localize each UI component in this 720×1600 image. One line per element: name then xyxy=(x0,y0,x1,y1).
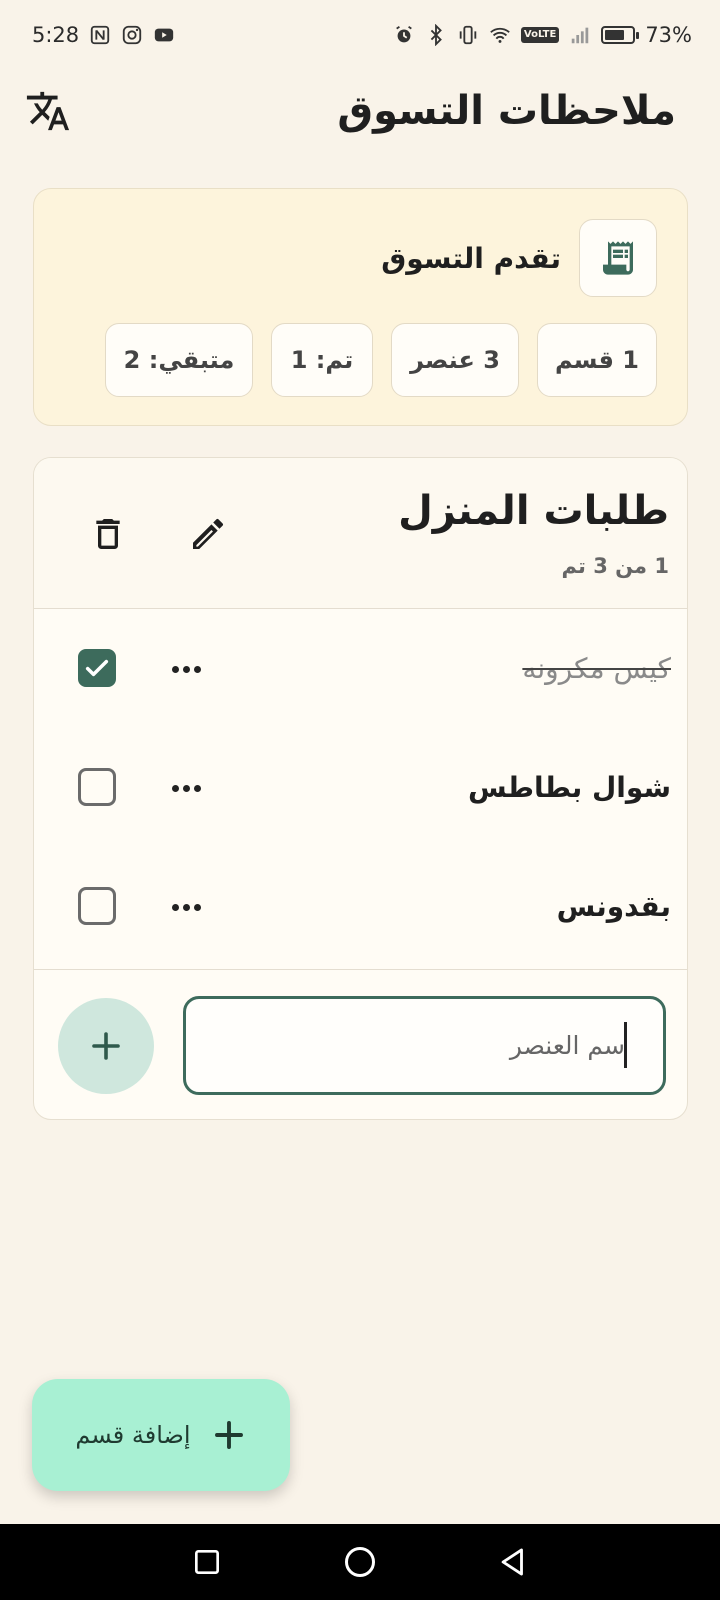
progress-header: تقدم التسوق xyxy=(381,219,657,297)
trash-icon xyxy=(88,514,128,554)
back-button[interactable] xyxy=(491,1540,535,1584)
clock: 5:28 xyxy=(32,23,80,47)
square-icon xyxy=(191,1546,223,1578)
battery-icon xyxy=(601,26,640,44)
item-more-button[interactable] xyxy=(162,883,210,931)
progress-title: تقدم التسوق xyxy=(381,241,561,275)
item-more-button[interactable] xyxy=(162,764,210,812)
receipt-icon xyxy=(579,219,657,297)
stat-sections: 1 قسم xyxy=(537,323,657,397)
edit-section-button[interactable] xyxy=(184,510,232,558)
section-card: طلبات المنزل 1 من 3 تم كيس مكرونه شوال ب… xyxy=(33,457,688,1120)
list-item: كيس مكرونه xyxy=(34,609,687,728)
nfc-icon xyxy=(89,24,111,46)
app-bar: ملاحظات التسوق xyxy=(0,76,720,146)
status-bar: 5:28 VoLTE 73% xyxy=(0,0,720,70)
list-item: بقدونس xyxy=(34,847,687,966)
item-checkbox[interactable] xyxy=(78,887,116,925)
item-name: كيس مكرونه xyxy=(522,652,671,685)
check-icon xyxy=(83,654,111,682)
text-cursor xyxy=(624,1022,627,1068)
item-checkbox[interactable] xyxy=(78,649,116,687)
stat-done: تم: 1 xyxy=(271,323,373,397)
list-item: شوال بطاطس xyxy=(34,728,687,847)
item-checkbox[interactable] xyxy=(78,768,116,806)
delete-section-button[interactable] xyxy=(84,510,132,558)
add-item-button[interactable] xyxy=(58,998,154,1094)
status-left: 5:28 xyxy=(32,23,175,47)
translate-icon xyxy=(25,88,71,134)
add-section-label: إضافة قسم xyxy=(75,1421,191,1449)
progress-card: تقدم التسوق 1 قسم 3 عنصر تم: 1 متبقي: 2 xyxy=(33,188,688,426)
signal-icon xyxy=(569,24,591,46)
item-more-button[interactable] xyxy=(162,645,210,693)
section-header: طلبات المنزل 1 من 3 تم xyxy=(34,458,687,609)
system-nav-bar xyxy=(0,1524,720,1600)
stat-items: 3 عنصر xyxy=(391,323,519,397)
plus-icon xyxy=(88,1028,124,1064)
volte-icon: VoLTE xyxy=(520,27,560,43)
progress-stats: 1 قسم 3 عنصر تم: 1 متبقي: 2 xyxy=(105,323,657,397)
translate-button[interactable] xyxy=(24,87,72,135)
add-item-row xyxy=(34,969,687,1119)
page-title: ملاحظات التسوق xyxy=(337,88,676,134)
home-button[interactable] xyxy=(338,1540,382,1584)
section-title: طلبات المنزل xyxy=(398,488,669,534)
pencil-icon xyxy=(188,514,228,554)
instagram-icon xyxy=(121,24,143,46)
circle-icon xyxy=(342,1544,378,1580)
vibrate-icon xyxy=(457,24,479,46)
bluetooth-icon xyxy=(425,24,447,46)
youtube-icon xyxy=(153,24,175,46)
section-progress: 1 من 3 تم xyxy=(561,554,669,578)
back-triangle-icon xyxy=(496,1545,530,1579)
alarm-icon xyxy=(393,24,415,46)
stat-remaining: متبقي: 2 xyxy=(105,323,253,397)
battery-percent: 73% xyxy=(645,23,692,47)
wifi-icon xyxy=(489,24,511,46)
item-name-input[interactable] xyxy=(183,996,666,1095)
item-name: بقدونس xyxy=(556,890,671,923)
battery-level xyxy=(605,30,625,40)
item-name: شوال بطاطس xyxy=(468,771,671,804)
add-section-button[interactable]: إضافة قسم xyxy=(32,1379,290,1491)
recents-button[interactable] xyxy=(185,1540,229,1584)
status-right: VoLTE 73% xyxy=(393,23,692,47)
plus-icon xyxy=(211,1417,247,1453)
